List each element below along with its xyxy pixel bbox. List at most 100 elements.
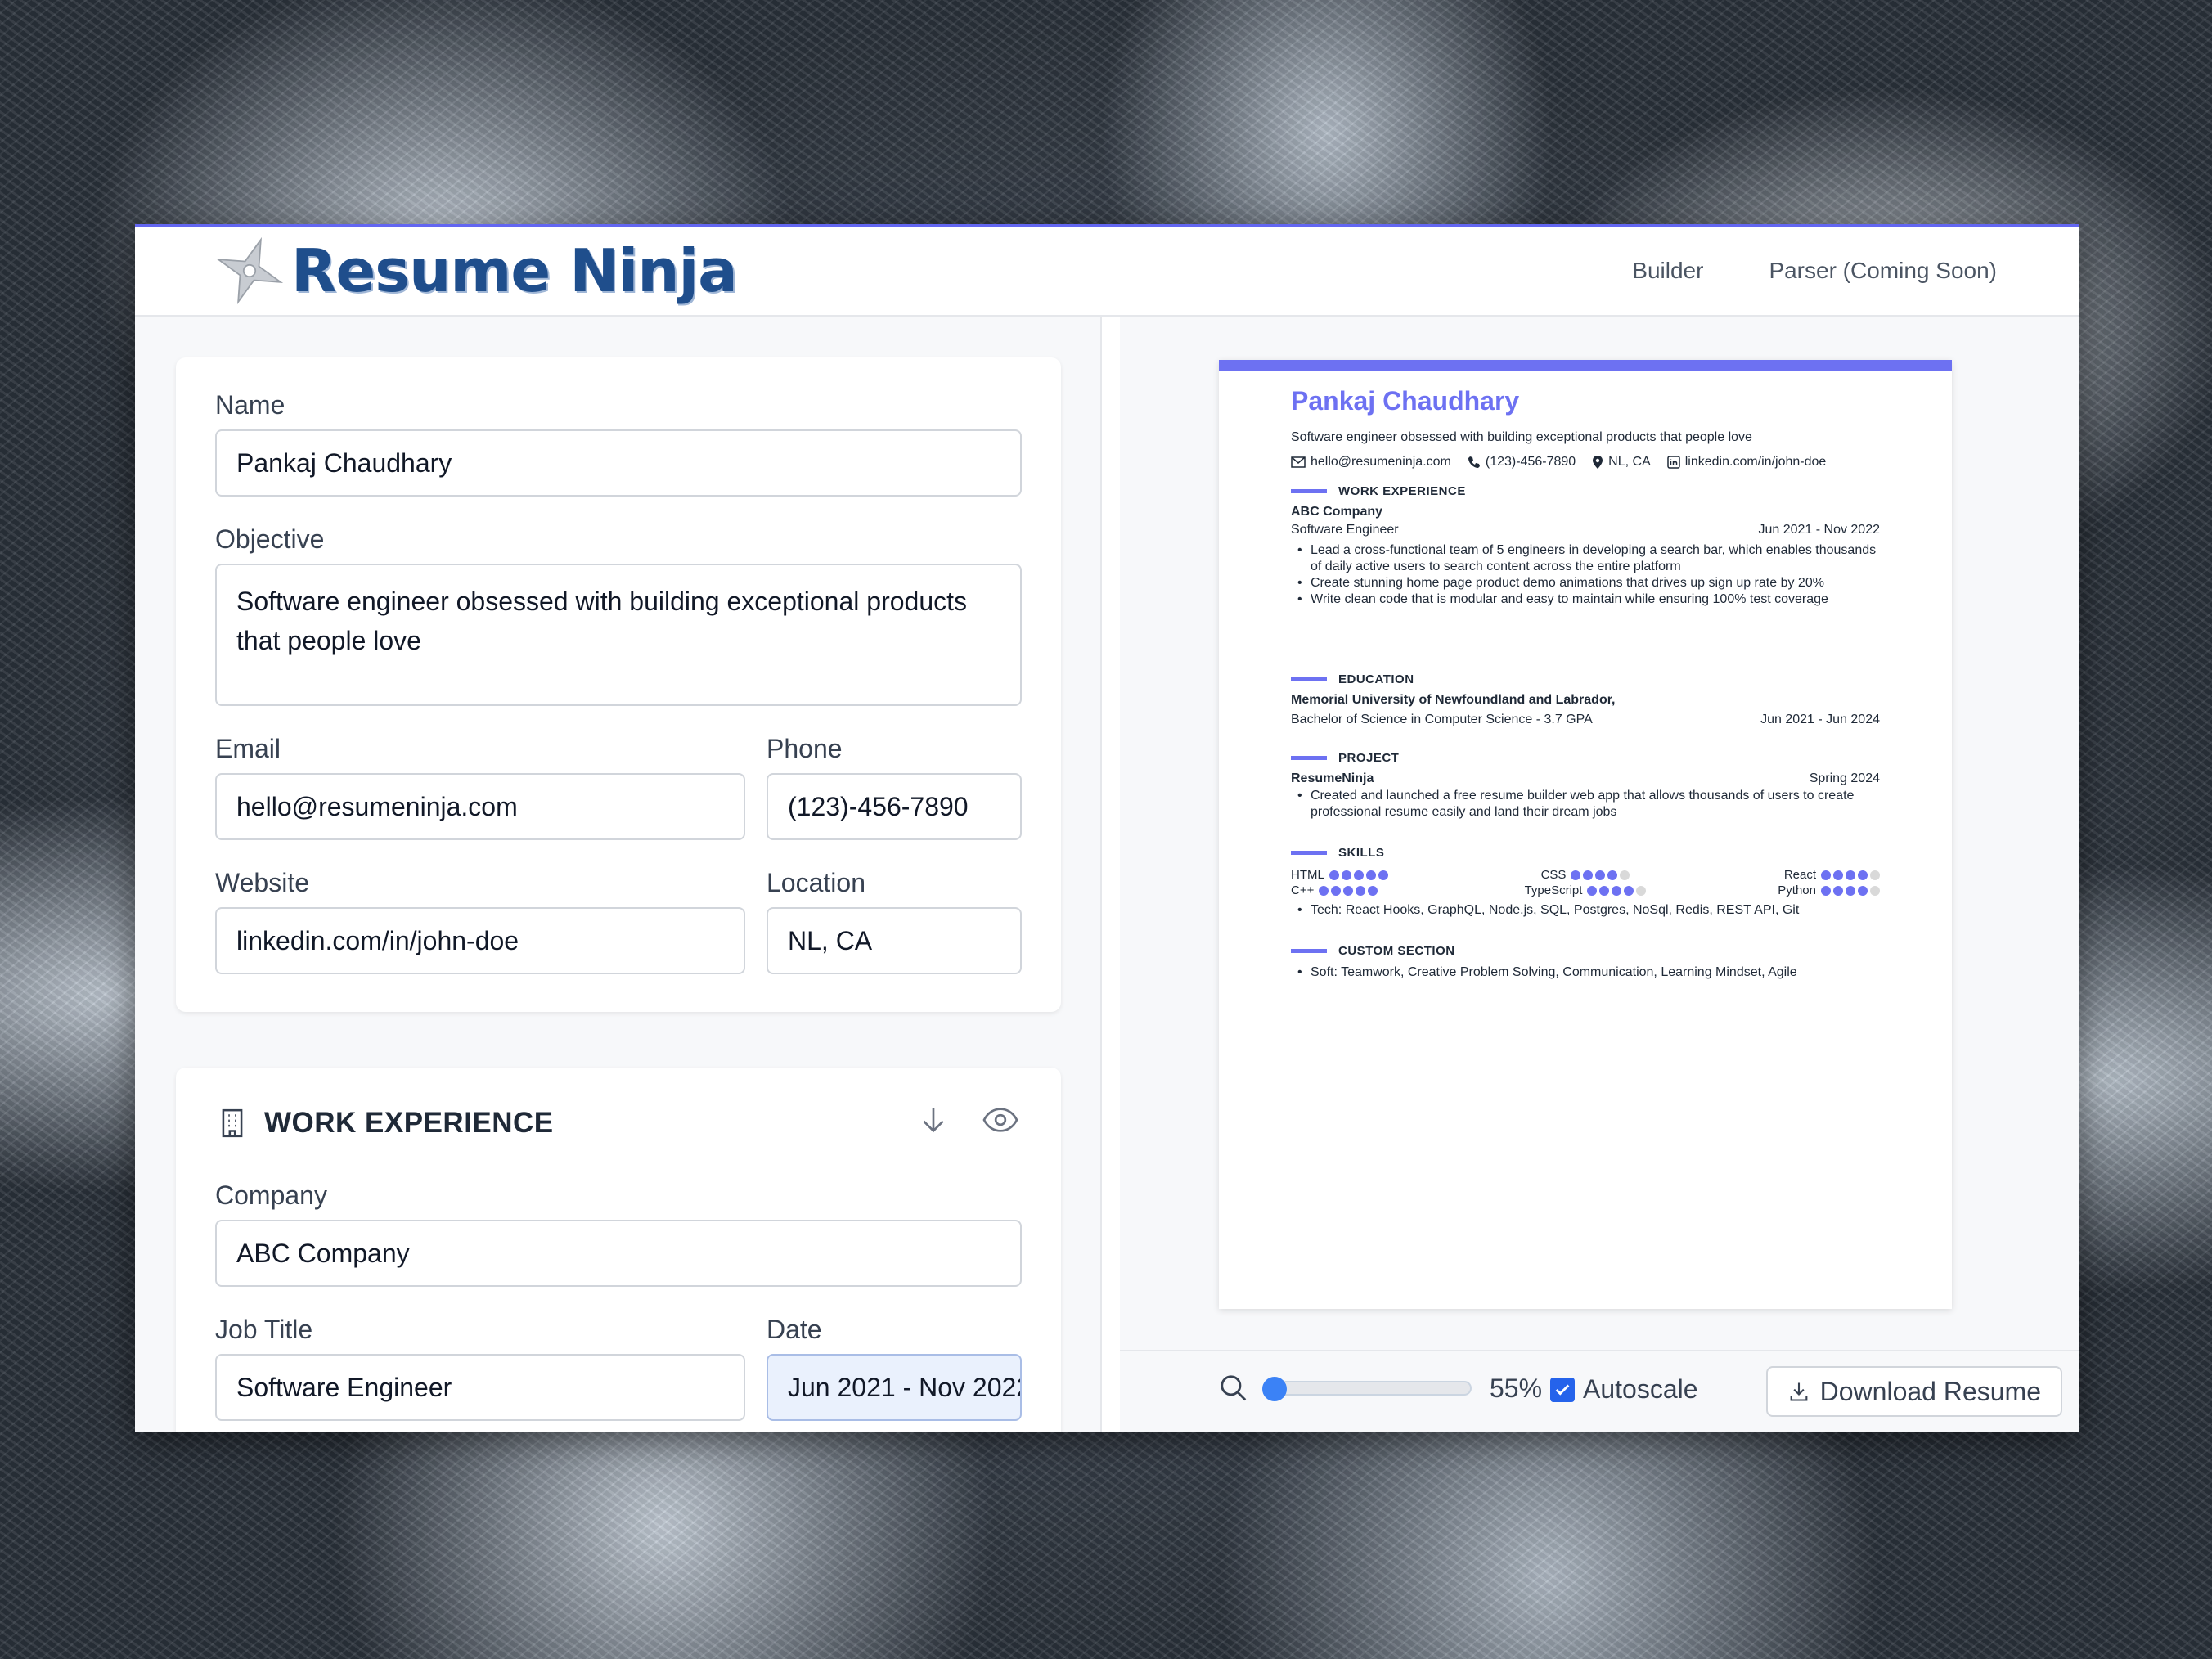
resume-preview: Pankaj Chaudhary Software engineer obses… [1219, 360, 1952, 1309]
resume-skill-item: HTML [1291, 868, 1487, 882]
resume-skill-name: TypeScript [1524, 883, 1583, 897]
autoscale-toggle[interactable]: Autoscale [1550, 1374, 1698, 1405]
email-input[interactable]: hello@resumeninja.com [215, 773, 745, 840]
skill-rating-dot [1607, 870, 1618, 880]
resume-work-bullet: Create stunning home page product demo a… [1291, 575, 1880, 591]
resume-project-name: ResumeNinja [1291, 771, 1374, 785]
resume-email: hello@resumeninja.com [1291, 455, 1451, 470]
website-label: Website [215, 868, 310, 897]
skill-rating-dot [1846, 885, 1855, 896]
eye-icon[interactable] [981, 1104, 1020, 1136]
resume-skill-item: Python [1684, 883, 1880, 897]
resume-education-date: Jun 2021 - Jun 2024 [1760, 713, 1880, 726]
panel-divider[interactable] [1100, 317, 1102, 1432]
search-icon [1221, 1375, 1247, 1401]
skill-rating-dot [1571, 870, 1581, 880]
resume-skill-rating [1571, 870, 1630, 880]
resume-skill-rating [1821, 870, 1880, 880]
date-label: Date [767, 1315, 822, 1344]
skill-rating-dot [1587, 885, 1598, 896]
skill-rating-dot [1624, 885, 1634, 896]
resume-project-heading: PROJECT [1338, 751, 1400, 765]
resume-education-heading: EDUCATION [1338, 672, 1414, 686]
resume-skill-item: CSS [1487, 868, 1684, 882]
location-input[interactable]: NL, CA [767, 907, 1022, 974]
ninja-star-icon [215, 236, 284, 305]
skill-rating-dot [1620, 870, 1630, 880]
skill-rating-dot [1595, 870, 1606, 880]
name-label: Name [215, 390, 285, 420]
skill-rating-dot [1356, 885, 1366, 896]
linkedin-icon [1667, 456, 1680, 469]
resume-work-section: WORK EXPERIENCE ABC Company Software Eng… [1291, 484, 1880, 608]
resume-skill-rating [1319, 885, 1378, 896]
nav-parser-link[interactable]: Parser (Coming Soon) [1769, 258, 1997, 284]
resume-location: NL, CA [1592, 455, 1651, 470]
skill-rating-dot [1821, 885, 1831, 896]
email-label: Email [215, 734, 281, 763]
company-input[interactable]: ABC Company [215, 1220, 1022, 1287]
skill-rating-dot [1331, 885, 1342, 896]
zoom-slider-handle[interactable] [1262, 1377, 1287, 1401]
autoscale-checkbox[interactable] [1550, 1377, 1575, 1402]
skill-rating-dot [1343, 885, 1354, 896]
resume-skills-heading: SKILLS [1338, 846, 1385, 860]
skill-rating-dot [1378, 870, 1388, 880]
preview-toolbar: 55% Autoscale Download Resume [1120, 1350, 2079, 1432]
resume-project-date: Spring 2024 [1809, 771, 1880, 785]
resume-education-section: EDUCATION Memorial University of Newfoun… [1291, 672, 1880, 727]
resume-education-school: Memorial University of Newfoundland and … [1291, 693, 1616, 707]
objective-textarea[interactable]: Software engineer obsessed with building… [215, 564, 1022, 706]
download-resume-button[interactable]: Download Resume [1765, 1366, 2062, 1417]
autoscale-label: Autoscale [1583, 1374, 1698, 1404]
skill-rating-dot [1612, 885, 1622, 896]
skill-rating-dot [1870, 870, 1880, 880]
building-icon [222, 1108, 243, 1138]
resume-skills-tech: Tech: React Hooks, GraphQL, Node.js, SQL… [1291, 902, 1880, 919]
download-label: Download Resume [1819, 1376, 2041, 1406]
brand-logo[interactable]: Resume Ninja [213, 234, 738, 308]
skill-rating-dot [1353, 870, 1364, 880]
website-input[interactable]: linkedin.com/in/john-doe [215, 907, 745, 974]
resume-skill-name: React [1783, 868, 1816, 882]
resume-phone: (123)-456-7890 [1468, 455, 1576, 470]
resume-work-date: Jun 2021 - Nov 2022 [1758, 523, 1880, 537]
company-label: Company [215, 1180, 327, 1210]
skill-rating-dot [1365, 870, 1376, 880]
nav-builder-link[interactable]: Builder [1632, 258, 1703, 284]
app-window: Resume Ninja Builder Parser (Coming Soon… [135, 224, 2079, 1432]
work-section-header: WORK EXPERIENCE [217, 1107, 554, 1140]
download-icon [1790, 1382, 1808, 1401]
resume-custom-text: Soft: Teamwork, Creative Problem Solving… [1291, 964, 1880, 981]
brand-name: Resume Ninja [291, 236, 738, 305]
skill-rating-dot [1833, 870, 1843, 880]
check-icon [1555, 1383, 1570, 1396]
editor-panel: Name Pankaj Chaudhary Objective Software… [135, 317, 1100, 1432]
skill-rating-dot [1341, 870, 1351, 880]
resume-skills-section: SKILLS HTML CSS React C++ TypeScript Python T… [1291, 846, 1880, 919]
skill-rating-dot [1858, 885, 1868, 896]
work-experience-form-card: WORK EXPERIENCE Company ABC Company Job … [176, 1068, 1061, 1432]
resume-skill-item: C++ [1291, 883, 1487, 897]
zoom-control: 55% [1218, 1373, 1542, 1404]
phone-label: Phone [767, 734, 843, 763]
skill-rating-dot [1833, 885, 1843, 896]
mail-icon [1291, 456, 1306, 468]
resume-project-section: PROJECT ResumeNinja Spring 2024 Created … [1291, 751, 1880, 821]
resume-contact: hello@resumeninja.com (123)-456-7890 NL,… [1291, 455, 1826, 470]
resume-website: linkedin.com/in/john-doe [1667, 455, 1826, 470]
zoom-slider[interactable] [1262, 1377, 1472, 1401]
resume-skill-name: CSS [1540, 868, 1567, 882]
skill-rating-dot [1870, 885, 1880, 896]
skill-rating-dot [1636, 885, 1647, 896]
resume-skills-grid: HTML CSS React C++ TypeScript Python [1291, 868, 1880, 897]
date-input[interactable]: Jun 2021 - Nov 2022 [767, 1354, 1022, 1421]
name-input[interactable]: Pankaj Chaudhary [215, 429, 1022, 497]
job-title-input[interactable]: Software Engineer [215, 1354, 745, 1421]
skill-rating-dot [1368, 885, 1378, 896]
resume-skill-name: HTML [1291, 868, 1324, 882]
arrow-down-icon[interactable] [917, 1104, 950, 1136]
phone-input[interactable]: (123)-456-7890 [767, 773, 1022, 840]
work-section-actions [917, 1104, 1020, 1136]
skill-rating-dot [1319, 885, 1329, 896]
